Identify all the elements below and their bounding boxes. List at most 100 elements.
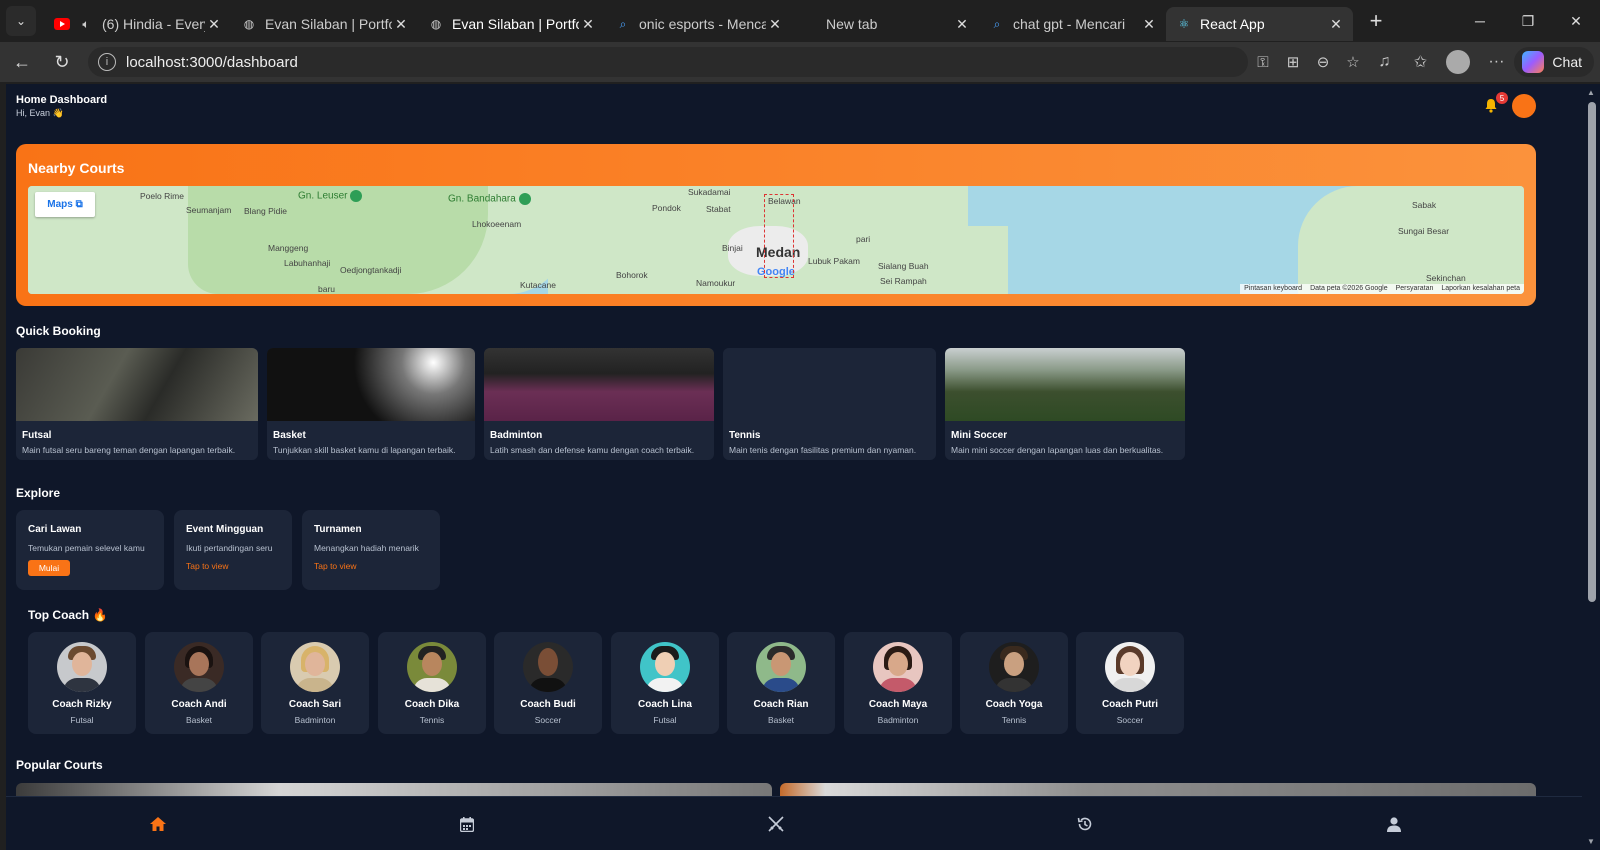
- coach-card[interactable]: Coach Rizky Futsal: [28, 632, 136, 734]
- url-field[interactable]: i localhost:3000/dashboard: [88, 47, 1248, 77]
- quick-booking-card-tennis[interactable]: Tennis Main tenis dengan fasilitas premi…: [723, 348, 936, 460]
- map-label: Stabat: [706, 204, 731, 214]
- start-button[interactable]: Mulai: [28, 560, 70, 576]
- globe-icon: ◍: [243, 17, 255, 31]
- window-controls: ─ ❐ ✕: [1456, 0, 1600, 42]
- explore-card-turnamen[interactable]: Turnamen Menangkan hadiah menarik Tap to…: [302, 510, 440, 590]
- quick-booking-card-futsal[interactable]: Futsal Main futsal seru bareng teman den…: [16, 348, 258, 460]
- scrollbar-thumb[interactable]: [1588, 102, 1596, 602]
- tab-title: New tab: [826, 16, 878, 32]
- refresh-icon[interactable]: ↻: [44, 46, 80, 78]
- browser-tab[interactable]: New tab ✕: [792, 7, 979, 41]
- coach-card[interactable]: Coach Andi Basket: [145, 632, 253, 734]
- tab-title: chat gpt - Mencari: [1013, 16, 1126, 32]
- tab-title: Evan Silaban | Portfolio: [452, 16, 579, 32]
- map-label: Seumanjam: [186, 205, 232, 215]
- card-title: Mini Soccer: [951, 430, 1008, 441]
- back-icon[interactable]: ←: [4, 46, 40, 78]
- favorites-icon[interactable]: ✩: [1402, 47, 1438, 77]
- app-viewport: Home Dashboard Hi, Evan 👋 5 Nearby Court…: [6, 84, 1582, 850]
- coach-card[interactable]: Coach Putri Soccer: [1076, 632, 1184, 734]
- map-label: pari: [856, 234, 871, 244]
- coach-name: Coach Andi: [171, 699, 227, 710]
- browser-tab[interactable]: ⌕ chat gpt - Mencari ✕: [979, 7, 1166, 41]
- open-maps-button[interactable]: Maps ⧉: [35, 192, 95, 217]
- map-footer: Pintasan keyboard Data peta ©2026 Google…: [1240, 284, 1524, 294]
- close-window-icon[interactable]: ✕: [1552, 0, 1600, 42]
- map-footer-link[interactable]: Pintasan keyboard: [1240, 284, 1306, 294]
- browser-tab[interactable]: ◍ Evan Silaban | Portfolio ✕: [231, 7, 418, 41]
- browser-tab[interactable]: ◍ Evan Silaban | Portfolio ✕: [418, 7, 605, 41]
- card-description: Menangkan hadiah menarik: [314, 543, 419, 553]
- star-icon[interactable]: ☆: [1338, 47, 1368, 77]
- tap-to-view-link[interactable]: Tap to view: [186, 561, 229, 571]
- coach-card[interactable]: Coach Dika Tennis: [378, 632, 486, 734]
- explore-card-event-mingguan[interactable]: Event Mingguan Ikuti pertandingan seru T…: [174, 510, 292, 590]
- coach-card[interactable]: Coach Lina Futsal: [611, 632, 719, 734]
- card-title: Tennis: [729, 430, 761, 441]
- info-icon[interactable]: i: [98, 53, 116, 71]
- close-icon[interactable]: ✕: [953, 16, 971, 33]
- quick-booking-card-badminton[interactable]: Badminton Latih smash dan defense kamu d…: [484, 348, 714, 460]
- speaker-icon[interactable]: 🔈︎: [78, 16, 94, 32]
- swords-icon[interactable]: [765, 813, 787, 835]
- map-label: Pondok: [652, 203, 681, 213]
- coach-card[interactable]: Coach Rian Basket: [727, 632, 835, 734]
- minimize-icon[interactable]: ─: [1456, 0, 1504, 42]
- restore-icon[interactable]: ❐: [1504, 0, 1552, 42]
- close-icon[interactable]: ✕: [579, 16, 597, 33]
- copilot-icon: [1522, 51, 1545, 73]
- basketball-image: [267, 348, 475, 421]
- browser-tab[interactable]: ⌕ onic esports - Mencari ✕: [605, 7, 792, 41]
- map-footer-text: Data peta ©2026 Google: [1310, 285, 1388, 292]
- avatar[interactable]: [1512, 94, 1536, 118]
- history-icon[interactable]: [1074, 813, 1096, 835]
- card-description: Tunjukkan skill basket kamu di lapangan …: [273, 445, 456, 455]
- media-icon[interactable]: ♫: [1366, 47, 1402, 77]
- tab-actions-menu[interactable]: ⌄: [6, 6, 36, 36]
- close-icon[interactable]: ✕: [392, 16, 410, 33]
- page-scrollbar[interactable]: ▲ ▼: [1582, 84, 1600, 850]
- close-icon[interactable]: ✕: [766, 16, 784, 33]
- browser-tab[interactable]: 🔈︎ (6) Hindia - Everything ✕: [44, 7, 231, 41]
- coach-card[interactable]: Coach Yoga Tennis: [960, 632, 1068, 734]
- coach-card[interactable]: Coach Maya Badminton: [844, 632, 952, 734]
- more-icon[interactable]: ···: [1478, 47, 1514, 77]
- card-title: Cari Lawan: [28, 524, 82, 535]
- key-icon[interactable]: ⚿: [1248, 47, 1278, 77]
- notification-badge: 5: [1496, 92, 1508, 104]
- profile-icon[interactable]: [1446, 50, 1471, 74]
- user-icon[interactable]: [1383, 813, 1405, 835]
- browser-tab-active[interactable]: ⚛ React App ✕: [1166, 7, 1353, 41]
- close-icon[interactable]: ✕: [205, 16, 223, 33]
- map-label: Sabak: [1412, 200, 1437, 210]
- coach-card[interactable]: Coach Budi Soccer: [494, 632, 602, 734]
- map-label: baru: [318, 284, 336, 294]
- coach-sport: Badminton: [294, 715, 336, 725]
- explore-card-cari-lawan[interactable]: Cari Lawan Temukan pemain selevel kamu M…: [16, 510, 164, 590]
- quick-booking-card-basket[interactable]: Basket Tunjukkan skill basket kamu di la…: [267, 348, 475, 460]
- map-label: Bohorok: [616, 270, 648, 280]
- zoom-out-icon[interactable]: ⊖: [1308, 47, 1338, 77]
- map-footer-link[interactable]: Laporkan kesalahan peta: [1437, 284, 1524, 294]
- card-description: Main tenis dengan fasilitas premium dan …: [729, 445, 917, 455]
- tab-title: onic esports - Mencari: [639, 16, 766, 32]
- coach-avatar: [523, 642, 573, 692]
- close-icon[interactable]: ✕: [1327, 16, 1345, 33]
- map-footer-link[interactable]: Persyaratan: [1392, 284, 1438, 294]
- calendar-icon[interactable]: [456, 813, 478, 835]
- close-icon[interactable]: ✕: [1140, 16, 1158, 33]
- apps-icon[interactable]: ⊞: [1278, 47, 1308, 77]
- map-embed[interactable]: Poelo Rime Seumanjam Blang Pidie Gn. Leu…: [28, 186, 1524, 294]
- coach-avatar: [57, 642, 107, 692]
- tap-to-view-link[interactable]: Tap to view: [314, 561, 357, 571]
- quick-booking-card-mini-soccer[interactable]: Mini Soccer Main mini soccer dengan lapa…: [945, 348, 1185, 460]
- copilot-chat-button[interactable]: Chat: [1514, 47, 1594, 77]
- card-title: Futsal: [22, 430, 52, 441]
- coach-card[interactable]: Coach Sari Badminton: [261, 632, 369, 734]
- coach-avatar: [989, 642, 1039, 692]
- new-tab-button[interactable]: +: [1359, 6, 1393, 36]
- home-icon[interactable]: [147, 813, 169, 835]
- section-title: Popular Courts: [16, 758, 103, 772]
- coach-name: Coach Dika: [404, 699, 460, 710]
